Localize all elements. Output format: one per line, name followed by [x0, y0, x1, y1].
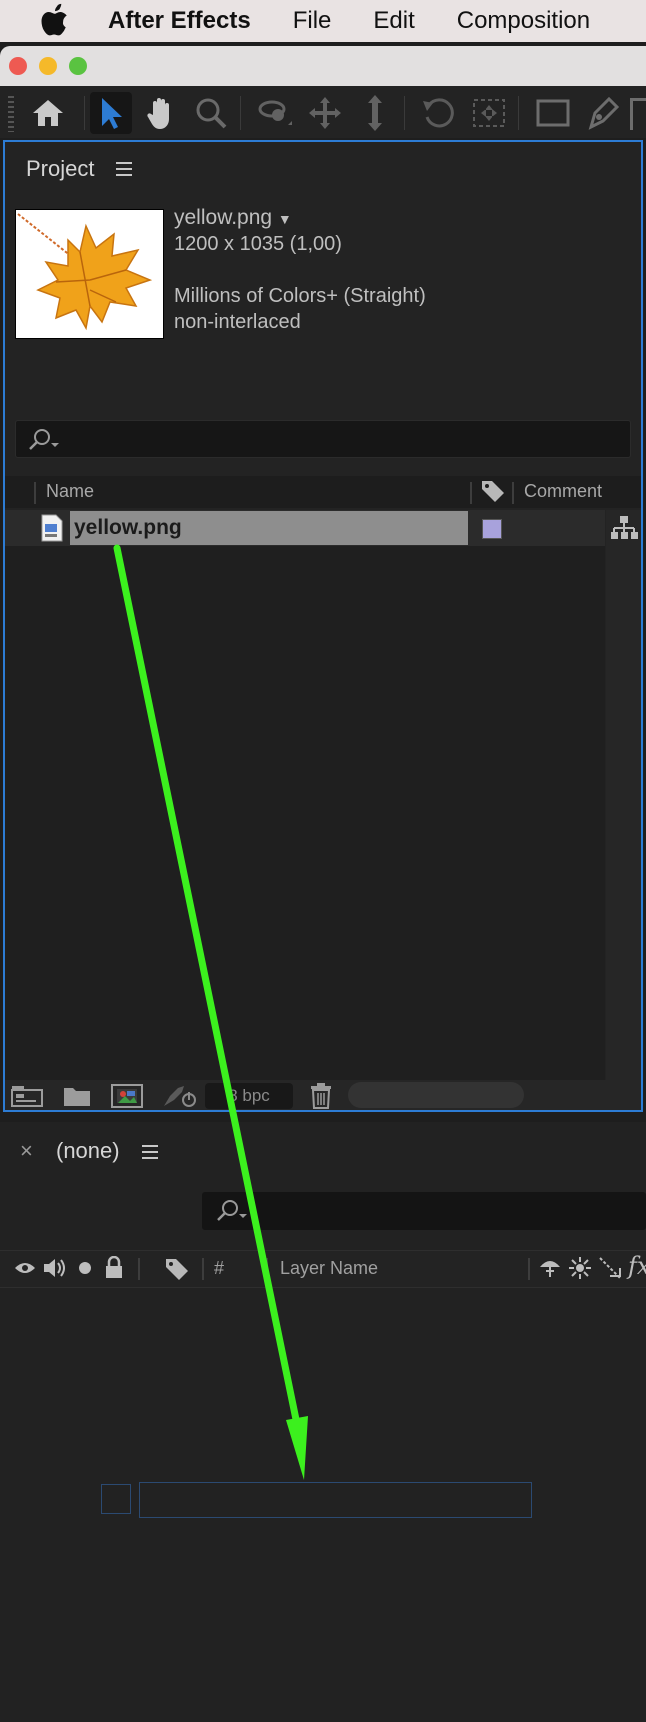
zoom-tool-icon[interactable]	[190, 92, 232, 134]
item-name[interactable]: yellow.png	[74, 516, 182, 540]
toolbar-grip[interactable]	[8, 96, 14, 132]
layer-number-column[interactable]: #	[214, 1258, 224, 1279]
layer-name-column[interactable]: Layer Name	[280, 1258, 378, 1279]
interpret-footage-icon[interactable]	[10, 1084, 44, 1108]
zoom-window-button[interactable]	[69, 57, 87, 75]
timeline-search-input[interactable]	[202, 1192, 646, 1230]
eye-icon[interactable]	[14, 1260, 36, 1276]
column-divider[interactable]	[266, 1258, 268, 1280]
timeline-tab-title[interactable]: (none)	[56, 1138, 120, 1164]
menu-file[interactable]: File	[293, 7, 332, 35]
hand-tool-icon[interactable]	[140, 92, 182, 134]
menu-edit[interactable]: Edit	[373, 7, 414, 35]
rectangle-tool-icon[interactable]	[532, 92, 574, 134]
project-panel-title[interactable]: Project	[26, 156, 94, 182]
new-folder-icon[interactable]	[62, 1084, 92, 1108]
asset-thumbnail	[15, 209, 164, 339]
rotate-tool-icon[interactable]	[418, 92, 460, 134]
column-divider[interactable]	[202, 1258, 204, 1280]
menu-bar: After Effects File Edit Composition	[0, 0, 646, 42]
menu-composition[interactable]: Composition	[457, 7, 590, 35]
lock-icon[interactable]	[104, 1256, 124, 1280]
close-panel-icon[interactable]: ×	[20, 1138, 33, 1164]
collapse-transformations-icon[interactable]	[568, 1256, 592, 1280]
dolly-camera-icon[interactable]	[354, 92, 396, 134]
column-divider[interactable]	[470, 482, 472, 504]
maple-leaf-image	[17, 213, 153, 331]
pan-behind-icon[interactable]	[468, 92, 510, 134]
project-search-input[interactable]	[15, 420, 631, 458]
project-scroll-gutter	[606, 510, 641, 1080]
trash-icon[interactable]	[308, 1082, 334, 1110]
pen-tool-icon[interactable]	[582, 92, 624, 134]
flowchart-icon[interactable]	[610, 514, 638, 542]
label-color-swatch[interactable]	[482, 519, 502, 539]
selection-tool-icon[interactable]	[90, 92, 132, 134]
quality-icon[interactable]	[598, 1256, 622, 1280]
window-titlebar	[0, 46, 646, 86]
asset-name[interactable]: yellow.png ▼	[174, 206, 292, 230]
pan-camera-icon[interactable]	[304, 92, 346, 134]
project-bit-depth[interactable]: 8 bpc	[205, 1083, 293, 1109]
asset-interlace: non-interlaced	[174, 311, 301, 333]
column-divider[interactable]	[528, 1258, 530, 1280]
toolbar-separator	[518, 96, 519, 130]
label-tag-icon[interactable]	[164, 1256, 190, 1282]
comment-column-header[interactable]: Comment	[524, 481, 602, 502]
name-column-header[interactable]: Name	[46, 481, 94, 502]
png-file-icon	[41, 514, 63, 542]
toolbar-separator	[240, 96, 241, 130]
render-queue-icon[interactable]	[160, 1082, 198, 1110]
search-icon	[29, 429, 59, 450]
asset-color-depth: Millions of Colors+ (Straight)	[174, 285, 426, 307]
audio-icon[interactable]	[42, 1257, 68, 1279]
column-divider[interactable]	[512, 482, 514, 504]
caret-down-icon[interactable]: ▼	[278, 211, 292, 227]
column-divider[interactable]	[34, 482, 36, 504]
shy-icon[interactable]	[538, 1257, 562, 1279]
type-tool-icon[interactable]	[630, 98, 646, 130]
panel-menu-icon[interactable]	[116, 162, 132, 176]
effects-fx-icon[interactable]: fx	[628, 1252, 646, 1280]
panel-menu-icon[interactable]	[142, 1145, 158, 1159]
thumbnail-size-slider[interactable]	[348, 1082, 524, 1108]
search-icon	[217, 1200, 247, 1221]
toolbar-separator	[84, 96, 85, 130]
minimize-window-button[interactable]	[39, 57, 57, 75]
home-icon[interactable]	[27, 92, 69, 134]
solo-icon[interactable]	[78, 1261, 92, 1275]
layer-drop-zone[interactable]	[139, 1482, 532, 1518]
asset-dimensions: 1200 x 1035 (1,00)	[174, 233, 342, 255]
label-tag-icon[interactable]	[480, 478, 506, 504]
drop-target-indicator	[101, 1484, 131, 1514]
new-composition-icon[interactable]	[110, 1082, 144, 1110]
apple-icon[interactable]	[38, 3, 72, 39]
toolbar-separator	[404, 96, 405, 130]
close-window-button[interactable]	[9, 57, 27, 75]
project-item-list[interactable]	[5, 546, 605, 1080]
column-divider[interactable]	[138, 1258, 140, 1280]
app-name-menu[interactable]: After Effects	[108, 7, 251, 35]
orbit-camera-icon[interactable]	[254, 92, 296, 134]
